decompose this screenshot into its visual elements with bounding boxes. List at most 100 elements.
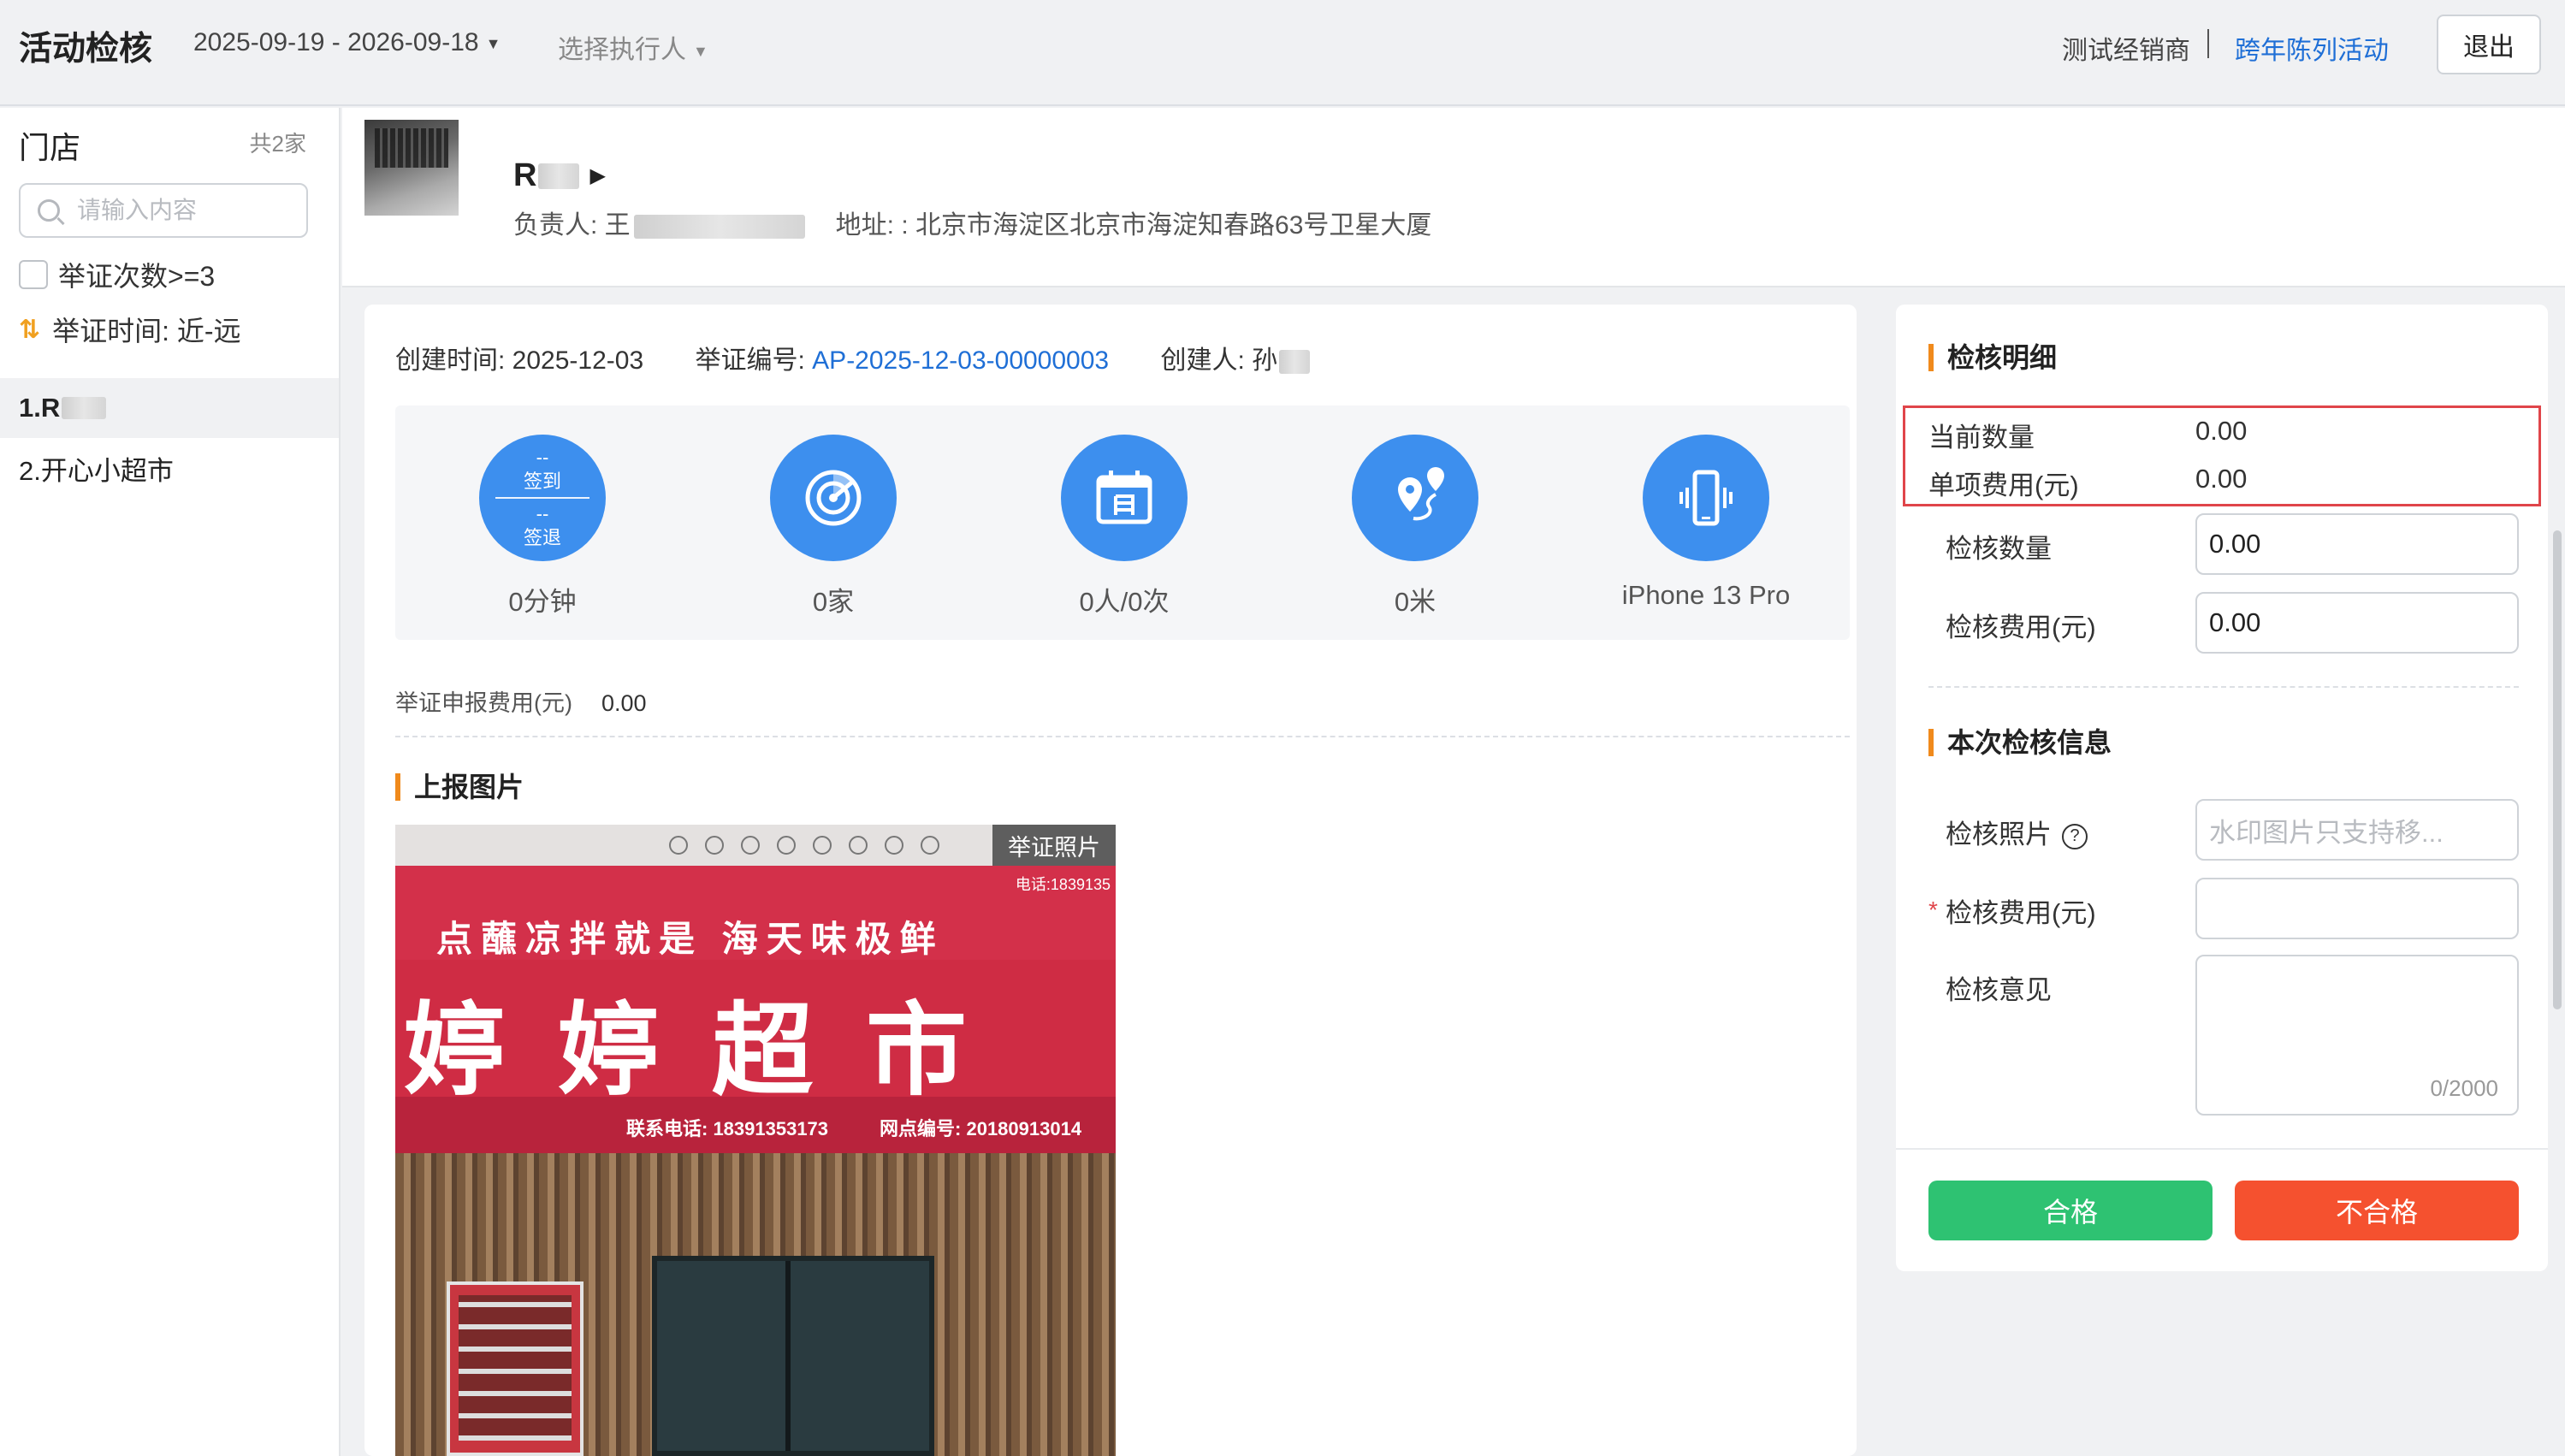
sort-toggle[interactable]: ⇅ 举证时间: 近-远: [19, 310, 241, 349]
executor-select[interactable]: 选择执行人 ▼: [558, 28, 708, 66]
evidence-info-row: 创建时间: 2025-12-03 举证编号: AP-2025-12-03-000…: [395, 339, 1354, 376]
page-title: 活动检核: [19, 31, 153, 68]
divider: [1928, 686, 2519, 688]
search-icon: [38, 199, 60, 222]
sign-shop-name: 婷婷超市: [404, 991, 1021, 1110]
filter-label: 举证次数>=3: [58, 261, 216, 292]
store-manager: 负责人: 王: [513, 211, 631, 240]
checkin-time: --: [536, 447, 549, 468]
fail-button[interactable]: 不合格: [2235, 1181, 2519, 1240]
top-header: 活动检核 2025-09-19 - 2026-09-18 ▼ 选择执行人 ▼ 测试经…: [0, 0, 2565, 106]
evidence-number-label: 举证编号:: [695, 346, 805, 375]
sort-icon: ⇅: [19, 315, 41, 344]
caret-right-icon: ▶: [589, 164, 606, 187]
current-qty-label: 当前数量: [1928, 423, 2035, 453]
store-meta: 负责人: 王 地址: : 北京市海淀区北京市海淀知春路63号卫星大厦: [513, 204, 1431, 241]
redacted-text: [1279, 350, 1311, 375]
redacted-text: [633, 215, 805, 240]
review-section-title: 本次检核信息: [1928, 729, 2112, 756]
photo-section-title: 上报图片: [395, 773, 524, 801]
sign-slogan: 点蘸凉拌就是 海天味极鲜: [436, 919, 945, 959]
review-fee-label: 检核费用(元): [1946, 898, 2096, 928]
store-sidebar: 门店 共2家 举证次数>=3 ⇅ 举证时间: 近-远 1.R 2.开心小超市: [0, 108, 341, 1456]
review-opinion-label: 检核意见: [1946, 975, 2052, 1005]
review-photo-upload[interactable]: 水印图片只支持移...: [2195, 799, 2519, 861]
sign-main: 婷婷超市: [395, 960, 1116, 1110]
filter-checkbox[interactable]: [19, 260, 48, 289]
pass-button[interactable]: 合格: [1928, 1181, 2213, 1240]
evidence-count-filter[interactable]: 举证次数>=3: [19, 255, 215, 294]
check-fee-label: 检核费用(元): [1946, 613, 2096, 642]
detail-section-title: 检核明细: [1928, 344, 2057, 371]
date-range-picker[interactable]: 2025-09-19 - 2026-09-18 ▼: [193, 28, 501, 57]
storefront: [395, 1153, 1116, 1456]
stats-panel: -- 签到 -- 签退 0分钟 0家 0人/0次 0米 iPhone 13 Pr…: [395, 405, 1850, 640]
stat-distance: 0米: [1312, 435, 1518, 619]
dealer-name: 测试经销商: [2062, 37, 2190, 65]
created-time: 创建时间: 2025-12-03: [395, 346, 644, 375]
store-list-item[interactable]: 1.R: [0, 378, 339, 438]
check-qty-input[interactable]: 0.00: [2195, 513, 2519, 575]
header-divider: [2207, 29, 2209, 58]
info-icon[interactable]: [921, 836, 939, 855]
redacted-text: [538, 163, 580, 189]
duration-value: 0分钟: [508, 587, 577, 617]
review-opinion-textarea[interactable]: 0/2000: [2195, 955, 2519, 1116]
review-fee-input[interactable]: [2195, 878, 2519, 939]
device-value: iPhone 13 Pro: [1621, 580, 1791, 610]
divider: [395, 736, 1850, 737]
store-name-text: R: [513, 157, 537, 193]
redacted-text: [62, 397, 107, 419]
char-counter: 0/2000: [2430, 1075, 2498, 1101]
current-qty-value: 0.00: [2195, 416, 2248, 446]
crop-icon[interactable]: [849, 836, 868, 855]
export-icon[interactable]: [885, 836, 903, 855]
stat-stores: 0家: [731, 435, 936, 619]
declared-fee-value: 0.00: [601, 690, 647, 716]
store-address: 地址: : 北京市海淀区北京市海淀知春路63号卫星大厦: [835, 211, 1432, 240]
edit-icon[interactable]: [813, 836, 832, 855]
review-photo-label: 检核照片?: [1946, 813, 2088, 851]
zoom-in-icon[interactable]: [741, 836, 760, 855]
store-count: 共2家: [249, 131, 306, 157]
store-search-input[interactable]: [75, 196, 281, 225]
evidence-number-link[interactable]: AP-2025-12-03-00000003: [812, 346, 1109, 375]
activity-link[interactable]: 跨年陈列活动: [2235, 29, 2389, 67]
help-icon[interactable]: ?: [2062, 823, 2088, 849]
fit-icon[interactable]: [777, 836, 796, 855]
phone-vibrate-icon: [1643, 435, 1769, 561]
review-photo-label-text: 检核照片: [1946, 820, 2052, 849]
store-item-label: 2.开心小超市: [19, 455, 174, 486]
checkin-circle: -- 签到 -- 签退: [479, 435, 606, 561]
evidence-photo[interactable]: 电话:1839135 点蘸凉拌就是 海天味极鲜 婷婷超市 联系电话: 18391…: [395, 825, 1116, 1456]
required-mark: *: [1928, 897, 1938, 923]
unit-fee-value: 0.00: [2195, 464, 2248, 494]
evidence-number: 举证编号: AP-2025-12-03-00000003: [695, 346, 1116, 375]
declared-fee-label: 举证申报费用(元): [395, 690, 572, 716]
rotate-icon[interactable]: [669, 836, 688, 855]
checkout-label: 签退: [523, 527, 561, 548]
visits-value: 0人/0次: [1079, 587, 1170, 617]
sign-outlet-no: 网点编号: 20180913014: [880, 1118, 1082, 1139]
executor-placeholder: 选择执行人: [558, 36, 686, 64]
sign-phone-top: 电话:1839135: [1015, 876, 1111, 893]
store-name[interactable]: R ▶: [513, 157, 606, 194]
zoom-out-icon[interactable]: [705, 836, 724, 855]
caret-down-icon: ▼: [693, 42, 708, 60]
check-qty-label: 检核数量: [1946, 534, 2052, 564]
store-search-box[interactable]: [19, 183, 308, 238]
unit-fee-label: 单项费用(元): [1928, 471, 2079, 500]
store-item-label: 1.R: [19, 393, 61, 423]
store-list-item[interactable]: 2.开心小超市: [0, 438, 339, 498]
sort-label: 举证时间: 近-远: [52, 316, 241, 346]
check-fee-input[interactable]: 0.00: [2195, 592, 2519, 654]
declared-fee-row: 举证申报费用(元) 0.00: [395, 684, 647, 718]
checkout-time: --: [536, 503, 549, 524]
store-thumbnail[interactable]: [364, 120, 459, 216]
logout-button[interactable]: 退出: [2437, 15, 2541, 74]
store-list: 1.R 2.开心小超市: [0, 378, 339, 498]
distance-value: 0米: [1394, 587, 1437, 617]
sign-contact-strip: 联系电话: 18391353173 网点编号: 20180913014: [395, 1097, 1116, 1153]
scrollbar[interactable]: [2553, 530, 2562, 1009]
store-info-header: R ▶ 负责人: 王地址: : 北京市海淀区北京市海淀知春路63号卫星大厦: [342, 108, 2565, 287]
